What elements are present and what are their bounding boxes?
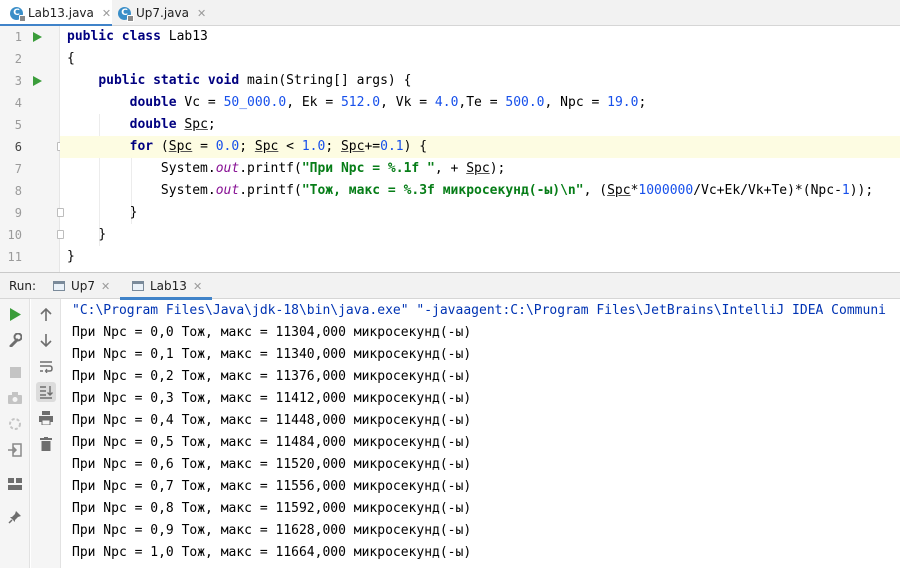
gutter-line: 11 [7,250,22,264]
console-line: При Npc = 0,0 Тож, макс = 11304,000 микр… [72,325,472,340]
close-icon[interactable]: ✕ [101,280,110,293]
stop-icon[interactable] [5,362,25,382]
up-arrow-icon[interactable] [36,304,56,324]
close-icon[interactable]: ✕ [193,280,202,293]
code-line: { [67,51,75,66]
code-line-current: for (Spc = 0.0; Spc < 1.0; Spc+=0.1) { [60,136,900,158]
print-icon[interactable] [36,408,56,428]
run-tab-label: Up7 [71,279,96,293]
console-line: При Npc = 0,7 Тож, макс = 11556,000 микр… [72,479,472,494]
soft-wrap-icon[interactable] [36,356,56,376]
gutter-line: 9 [0,202,64,224]
code-line: public static void main(String[] args) { [98,73,412,88]
gutter-line: 10 [0,224,64,246]
console-icon [53,281,65,291]
run-toolbar-right [31,299,61,568]
console-line: При Npc = 1,0 Тож, макс = 11664,000 микр… [72,545,472,560]
camera-icon[interactable] [5,388,25,408]
gutter-line: 3 [0,70,60,92]
console-command-line: "C:\Program Files\Java\jdk-18\bin\java.e… [72,303,886,318]
code-editor[interactable]: 1 2 3 4 5 6 7 8 9 10 11 public class Lab… [0,26,900,272]
console-icon [132,281,144,291]
line-gutter: 1 2 3 4 5 6 7 8 9 10 11 [0,26,64,272]
wrench-icon[interactable] [5,330,25,350]
code-line: } [129,205,138,220]
run-gutter-icon[interactable] [33,76,42,86]
run-tab-lab13[interactable]: Lab13 ✕ [120,273,213,300]
gutter-line: 4 [14,96,22,110]
tab-label: Up7.java [136,6,189,20]
console-line: При Npc = 0,5 Тож, макс = 11484,000 микр… [72,435,472,450]
console-line: При Npc = 0,6 Тож, макс = 11520,000 микр… [72,457,472,472]
gutter-line: 8 [14,184,22,198]
tab-lab13-java[interactable]: C Lab13.java ✕ [0,0,112,27]
gutter-line: 7 [14,162,22,176]
run-toolbar-left [0,299,30,568]
down-arrow-icon[interactable] [36,330,56,350]
gutter-line: 1 [0,26,60,48]
close-icon[interactable]: ✕ [197,7,206,20]
run-tab-up7[interactable]: Up7 ✕ [53,273,110,299]
trash-icon[interactable] [36,434,56,454]
console-line: При Npc = 0,1 Тож, макс = 11340,000 микр… [72,347,472,362]
exit-icon[interactable] [5,414,25,434]
code-line: System.out.printf("При Npc = %.1f ", + S… [160,161,506,176]
tab-up7-java[interactable]: C Up7.java ✕ [114,0,220,26]
pin-icon[interactable] [5,507,25,527]
code-line: } [67,249,75,264]
scroll-to-end-icon[interactable] [36,382,56,402]
console-line: При Npc = 0,8 Тож, макс = 11592,000 микр… [72,501,472,516]
java-class-icon: C [10,6,26,22]
exit-door-icon[interactable] [5,440,25,460]
tab-label: Lab13.java [28,6,94,20]
code-line: System.out.printf("Тож, макс = %.3f микр… [160,183,874,198]
run-icon[interactable] [5,304,25,324]
code-line: double Spc; [129,117,216,132]
gutter-line: 6 [0,136,64,158]
console-line: При Npc = 0,2 Тож, макс = 11376,000 микр… [72,369,472,384]
gutter-line: 2 [14,52,22,66]
console-line: При Npc = 0,3 Тож, макс = 11412,000 микр… [72,391,472,406]
console-line: При Npc = 0,9 Тож, макс = 11628,000 микр… [72,523,472,538]
editor-tab-bar: C Lab13.java ✕ C Up7.java ✕ [0,0,900,27]
code-line: } [98,227,107,242]
console-line: При Npc = 0,4 Тож, макс = 11448,000 микр… [72,413,472,428]
run-label: Run: [9,279,37,293]
layout-icon[interactable] [5,474,25,494]
run-tool-window-header: Run: Up7 ✕ Lab13 ✕ [0,272,900,300]
close-icon[interactable]: ✕ [102,7,111,20]
code-line: double Vc = 50_000.0, Ek = 512.0, Vk = 4… [129,95,647,110]
run-tab-label: Lab13 [150,279,187,293]
code-line: public class Lab13 [67,29,208,44]
run-console-output[interactable]: "C:\Program Files\Java\jdk-18\bin\java.e… [62,299,900,568]
java-class-icon: C [118,6,134,22]
run-gutter-icon[interactable] [33,32,42,42]
gutter-line: 5 [14,118,22,132]
